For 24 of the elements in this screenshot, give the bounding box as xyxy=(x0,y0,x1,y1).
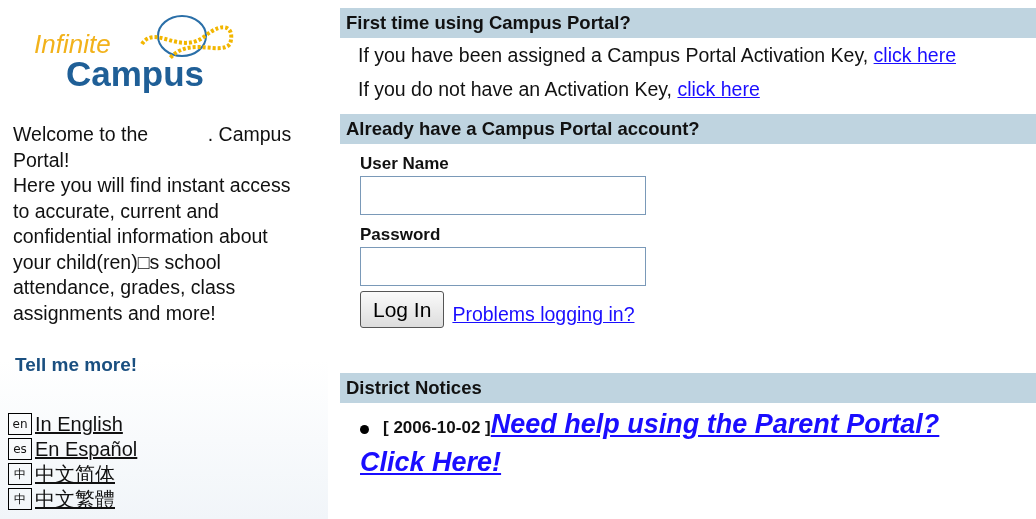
activation-text: If you do not have an Activation Key, click here xyxy=(357,77,761,102)
login-button[interactable]: Log In xyxy=(360,290,445,329)
section-heading: Already have a Campus Portal account? xyxy=(340,114,1036,144)
field-label: User Name xyxy=(359,154,450,174)
language-icon: en xyxy=(8,413,32,435)
language-icon: es xyxy=(8,438,32,460)
tell-me-more-link[interactable]: Tell me more! xyxy=(0,351,328,380)
click-here-link[interactable]: click here xyxy=(873,44,956,66)
input-field[interactable] xyxy=(360,176,646,215)
notice-link[interactable]: Click Here! xyxy=(360,447,502,478)
language-icon: 中 xyxy=(8,488,32,510)
section-heading: District Notices xyxy=(340,373,1036,404)
click-here-link[interactable]: click here xyxy=(677,78,760,100)
logo: Infinite Campus xyxy=(30,6,270,106)
welcome-text: Welcome to the . Campus Portal! Here you will find instant access to accurate, current and confidential information about your child(ren)□s school attendance, grades, class assignments and more! xyxy=(12,122,293,326)
activation-text: If you have been assigned a Campus Portal Activation Key, click here xyxy=(357,43,957,68)
bullet-icon xyxy=(360,424,369,434)
language-icon: 中 xyxy=(8,463,32,485)
section-heading: First time using Campus Portal? xyxy=(340,8,1036,38)
notice-date: [ 2006-10-02 ] xyxy=(383,418,491,438)
input-field[interactable] xyxy=(360,247,646,286)
field-label: Password xyxy=(359,225,442,245)
problems-link[interactable]: Problems logging in? xyxy=(452,300,635,330)
notice-link[interactable]: Need help using the Parent Portal? xyxy=(490,409,940,440)
